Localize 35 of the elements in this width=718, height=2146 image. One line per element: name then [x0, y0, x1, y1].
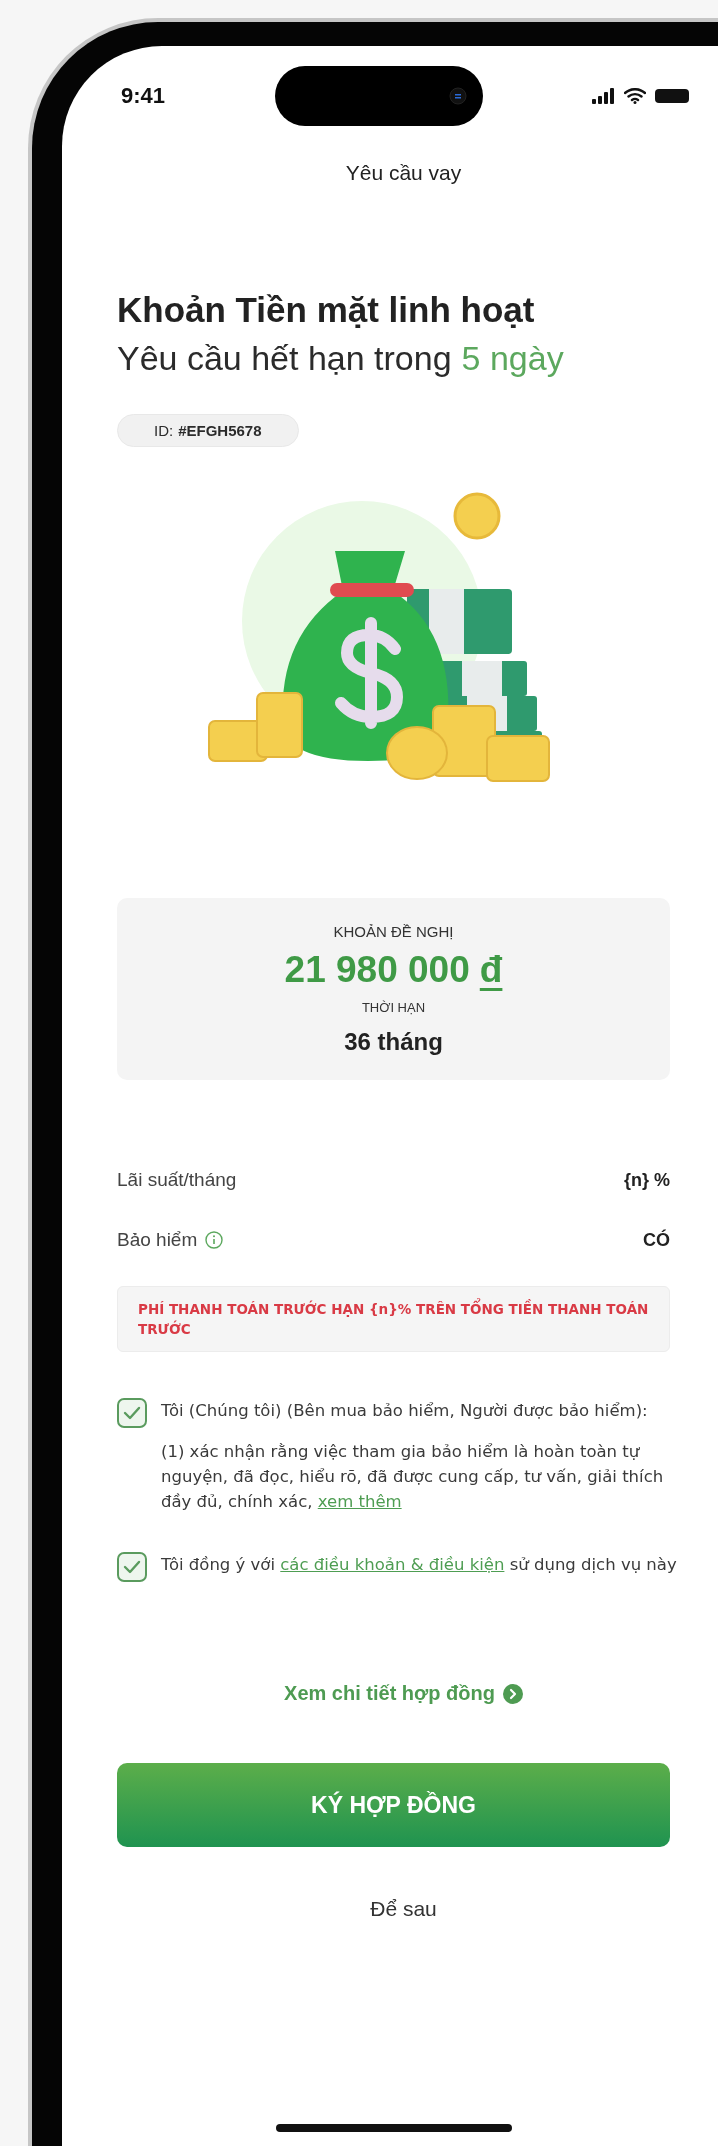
- screen-title: Yêu cầu vay: [344, 160, 463, 186]
- consent-checkbox[interactable]: [117, 1398, 147, 1428]
- prepayment-warning: PHÍ THANH TOÁN TRƯỚC HẠN {n}% TRÊN TỔNG TIỀN THANH TOÁN TRƯỚC: [117, 1286, 670, 1352]
- expiry-days: 5 ngày: [461, 334, 564, 382]
- wifi-icon: [624, 88, 646, 104]
- chevron-right-icon: [502, 1683, 523, 1704]
- consent-note: (1) xác nhận rằng việc tham gia bảo hiểm là hoàn toàn tự nguyện, đã đọc, hiểu rõ, đã được cung cấp, tư vấn, giải thích đầy đủ, chính xác, xem thêm: [161, 1441, 665, 1513]
- consent-text: Tôi đồng ý với các điều khoản & điều kiện sử dụng dịch vụ này: [161, 1554, 677, 1576]
- id-label: ID:: [154, 422, 174, 439]
- read-more-link[interactable]: xem thêm: [317, 1492, 402, 1511]
- offer-amount-label: KHOẢN ĐỀ NGHỊ: [333, 922, 454, 942]
- sign-contract-button[interactable]: KÝ HỢP ĐỒNG: [117, 1763, 670, 1847]
- loan-product-title: Khoản Tiền mặt linh hoạt: [117, 289, 536, 331]
- checkmark-icon: [123, 1560, 141, 1574]
- expiry-text: Yêu cầu hết hạn trong: [117, 338, 452, 379]
- later-button[interactable]: Để sau: [358, 1891, 449, 1927]
- term-value: 36 tháng: [344, 1027, 443, 1057]
- info-icon[interactable]: [205, 1231, 224, 1249]
- checkmark-icon: [123, 1406, 141, 1420]
- consent-text: Tôi (Chúng tôi) (Bên mua bảo hiểm, Người được bảo hiểm):: [161, 1400, 649, 1422]
- contract-details-link[interactable]: Xem chi tiết hợp đồng: [284, 1682, 523, 1705]
- detail-label: Lãi suất/tháng: [117, 1169, 237, 1191]
- status-time: 9:41: [121, 83, 166, 109]
- terms-link[interactable]: các điều khoản & điều kiện: [280, 1555, 505, 1574]
- term-label: THỜI HẠN: [361, 999, 426, 1017]
- id-value: #EFGH5678: [178, 422, 262, 439]
- camera-icon: [448, 87, 467, 105]
- signal-icon: [592, 88, 616, 104]
- detail-label: Bảo hiểm: [117, 1229, 198, 1251]
- consent-checkbox[interactable]: [117, 1552, 147, 1582]
- battery-icon: [654, 88, 690, 104]
- detail-value: CÓ: [643, 1229, 670, 1251]
- detail-value: {n} %: [624, 1169, 670, 1191]
- currency-symbol: đ: [479, 948, 503, 992]
- offer-amount: 21 980 000: [284, 948, 470, 992]
